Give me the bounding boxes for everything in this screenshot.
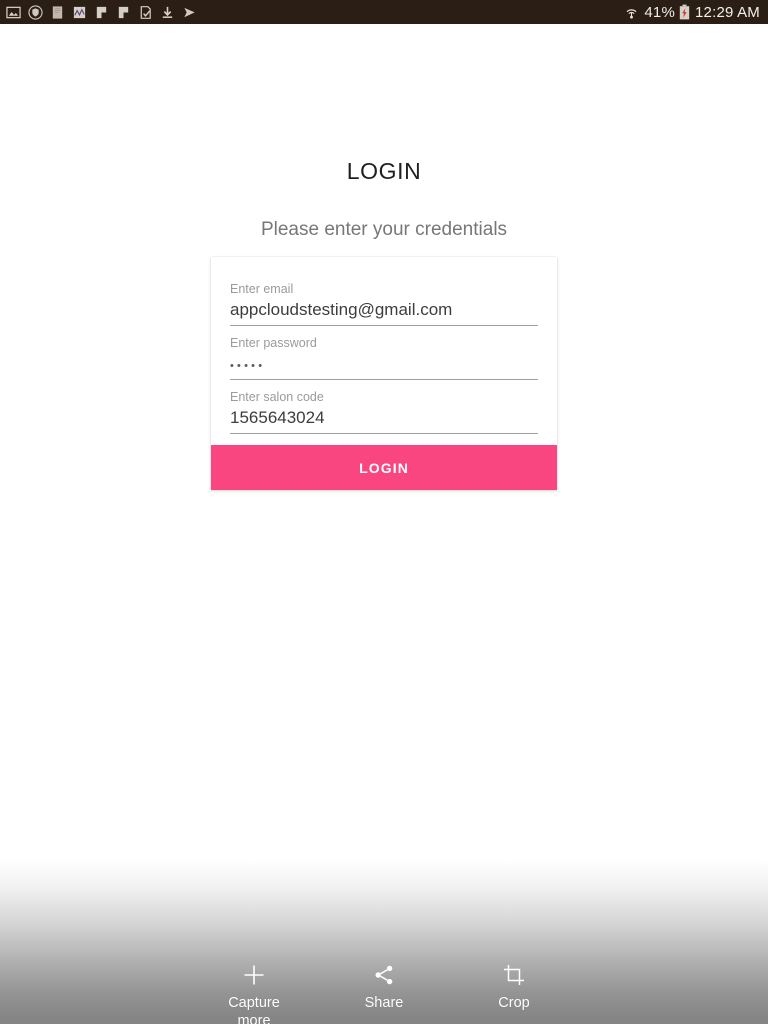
wifi-icon <box>623 5 640 20</box>
salon-code-input[interactable]: 1565643024 <box>230 405 538 434</box>
login-card: Enter email appcloudstesting@gmail.com E… <box>211 257 557 490</box>
status-bar-system-icons: 41% 12:29 AM <box>623 4 760 21</box>
send-icon <box>182 5 197 20</box>
capture-more-label-line1: Capture <box>228 995 280 1011</box>
flag-icon-1 <box>94 5 109 20</box>
battery-low-icon <box>679 4 690 20</box>
capture-more-label: Capture more <box>228 994 280 1024</box>
status-bar-clock: 12:29 AM <box>695 3 760 21</box>
image-icon <box>6 5 21 20</box>
login-form: Enter email appcloudstesting@gmail.com E… <box>211 257 557 445</box>
battery-percent-label: 41% <box>644 3 676 21</box>
plus-icon <box>241 962 267 988</box>
login-button[interactable]: LOGIN <box>211 445 557 490</box>
email-field-label: Enter email <box>230 282 294 296</box>
login-screen: LOGIN Please enter your credentials Ente… <box>0 24 768 1024</box>
crop-icon <box>501 962 527 988</box>
document-icon <box>50 5 65 20</box>
email-input[interactable]: appcloudstesting@gmail.com <box>230 297 538 326</box>
chart-icon <box>72 5 87 20</box>
flag-icon-2 <box>116 5 131 20</box>
password-input[interactable]: ••••• <box>230 351 538 380</box>
password-field-label: Enter password <box>230 336 317 350</box>
page-title: LOGIN <box>346 158 422 184</box>
password-field-group: Enter password ••••• <box>230 326 538 380</box>
crop-label: Crop <box>498 995 530 1011</box>
capture-more-label-line2: more <box>237 1013 271 1024</box>
email-field-group: Enter email appcloudstesting@gmail.com <box>230 272 538 326</box>
page-subtitle: Please enter your credentials <box>260 219 508 240</box>
screenshot-toolbar: Capture more Share Crop <box>0 948 768 1024</box>
capture-more-button[interactable]: Capture more <box>189 948 319 1024</box>
share-label: Share <box>364 995 404 1011</box>
share-icon <box>371 962 397 988</box>
crop-button[interactable]: Crop <box>449 948 579 1012</box>
document-check-icon <box>138 5 153 20</box>
status-bar: 41% 12:29 AM <box>0 0 768 24</box>
salon-code-field-group: Enter salon code 1565643024 <box>230 380 538 434</box>
salon-code-field-label: Enter salon code <box>230 390 324 404</box>
status-bar-notification-icons <box>6 0 197 24</box>
shield-icon <box>28 4 43 20</box>
download-icon <box>160 5 175 20</box>
share-button[interactable]: Share <box>319 948 449 1012</box>
